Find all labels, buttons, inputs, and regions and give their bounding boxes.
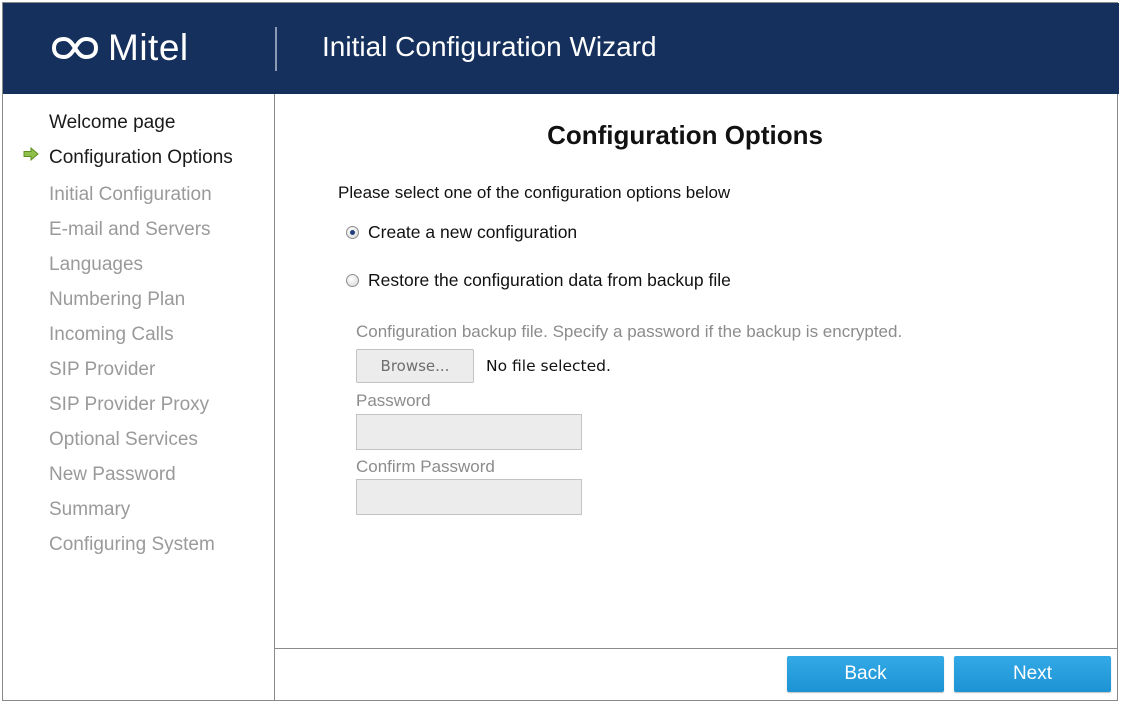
sidebar-item-numbering-plan: Numbering Plan [49,289,186,310]
sidebar-item-languages: Languages [49,254,144,275]
sidebar-item-sip-provider-proxy: SIP Provider Proxy [49,394,210,415]
option-restore-from-backup[interactable]: Restore the configuration data from back… [346,270,731,291]
confirm-password-label: Confirm Password [356,457,495,476]
wizard-title: Initial Configuration Wizard [322,31,657,62]
arrow-right-icon [23,147,39,161]
sidebar-item-welcome-page[interactable]: Welcome page [49,112,175,134]
wizard-steps-sidebar: Welcome page Configuration Options Initi… [3,94,275,700]
sidebar-item-configuration-options[interactable]: Configuration Options [49,147,233,169]
sidebar-item-initial-configuration: Initial Configuration [49,184,212,205]
instruction-text: Please select one of the configuration o… [338,183,731,202]
sidebar-item-optional-services: Optional Services [49,429,198,450]
next-button[interactable]: Next [954,656,1111,692]
option-label: Create a new configuration [368,222,578,242]
back-button[interactable]: Back [787,656,944,692]
page-title: Configuration Options [547,120,823,150]
sidebar-item-summary: Summary [49,499,131,520]
brand-name: Mitel [108,27,189,68]
option-label: Restore the configuration data from back… [368,270,731,290]
sidebar-item-incoming-calls: Incoming Calls [49,324,174,345]
option-create-new-configuration[interactable]: Create a new configuration [346,222,577,243]
confirm-password-field[interactable] [356,479,582,515]
file-status-text: No file selected. [486,357,611,375]
radio-button-checked[interactable] [346,226,359,239]
password-field[interactable] [356,414,582,450]
sidebar-item-email-and-servers: E-mail and Servers [49,219,211,240]
browse-button[interactable]: Browse... [356,349,474,383]
header-bar: Mitel Initial Configuration Wizard [3,3,1119,94]
main-content: Configuration Options Please select one … [275,94,1117,700]
mitel-logo: Mitel [52,25,189,71]
header-divider [275,27,277,71]
sidebar-item-new-password: New Password [49,464,176,485]
footer-divider [275,648,1117,649]
sidebar-item-sip-provider: SIP Provider [49,359,156,380]
radio-button-unchecked[interactable] [346,274,359,287]
mitel-logo-icon [52,36,98,60]
password-label: Password [356,391,431,410]
sidebar-item-configuring-system: Configuring System [49,534,215,555]
wizard-window: Mitel Initial Configuration Wizard Welco… [2,2,1119,701]
backup-file-description: Configuration backup file. Specify a pas… [356,322,903,341]
